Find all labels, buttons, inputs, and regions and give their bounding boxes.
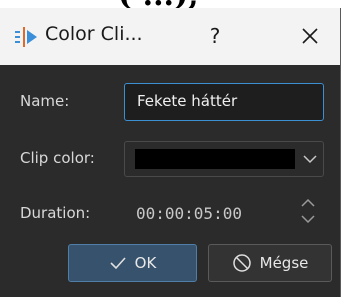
color-swatch bbox=[135, 149, 295, 169]
app-icon bbox=[15, 27, 37, 47]
cancel-label: Mégse bbox=[259, 254, 309, 272]
close-button[interactable] bbox=[290, 18, 330, 54]
duration-label: Duration: bbox=[20, 204, 91, 222]
dialog-title: Color Cli... bbox=[45, 23, 143, 45]
help-button[interactable]: ? bbox=[195, 18, 235, 54]
chevron-down-icon bbox=[303, 155, 317, 164]
ok-button[interactable]: OK bbox=[68, 244, 197, 282]
ok-label: OK bbox=[134, 254, 157, 272]
spinbox-arrows-icon[interactable] bbox=[298, 194, 318, 228]
title-bar[interactable]: Color Cli... ? bbox=[0, 8, 340, 65]
name-input[interactable]: Fekete háttér bbox=[124, 83, 324, 121]
color-clip-dialog: Color Cli... ? Name: Fekete háttér Clip … bbox=[0, 8, 341, 297]
cancel-button[interactable]: Mégse bbox=[208, 244, 332, 282]
clip-color-label: Clip color: bbox=[20, 149, 95, 167]
cancel-icon bbox=[232, 254, 251, 272]
background-text: (·...), bbox=[118, 0, 199, 8]
background-text-fragment: (·...), bbox=[0, 0, 345, 8]
close-icon bbox=[302, 28, 318, 44]
duration-field[interactable]: 00:00:05:00 bbox=[136, 204, 242, 223]
name-label: Name: bbox=[20, 92, 70, 110]
checkmark-icon bbox=[110, 257, 126, 270]
clip-color-combobox[interactable] bbox=[124, 141, 324, 177]
